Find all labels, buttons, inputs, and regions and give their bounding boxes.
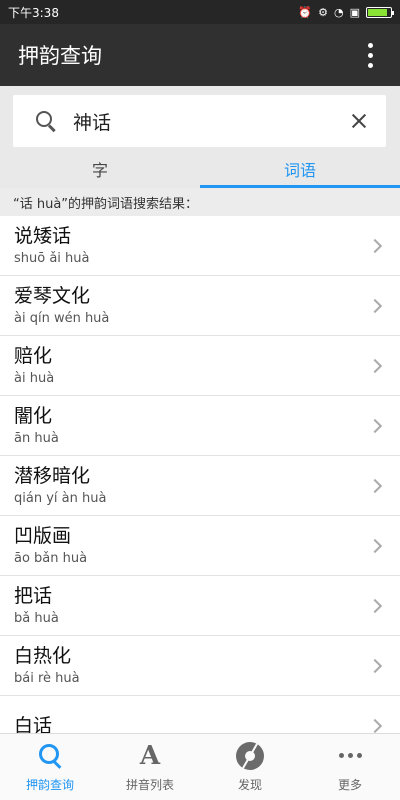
item-pinyin: qián yí àn huà	[14, 490, 107, 506]
tab-bar: 字 词语	[0, 158, 400, 188]
nav-label: 更多	[337, 777, 362, 792]
status-bar: 下午3:38 ⏰ ⚙ ◔ ▣	[0, 0, 400, 24]
list-item[interactable]: 潜移暗化 qián yí àn huà	[0, 456, 400, 516]
battery-fill	[368, 8, 387, 16]
chevron-right-icon	[367, 538, 383, 553]
chevron-right-icon	[367, 358, 383, 373]
search-input[interactable]	[73, 101, 348, 141]
item-word: 凹版画	[14, 524, 72, 547]
item-word: 潜移暗化	[14, 464, 91, 487]
tab-words[interactable]: 词语	[200, 158, 400, 188]
chevron-right-icon	[367, 418, 383, 433]
nav-more[interactable]: 更多	[300, 734, 400, 800]
nav-label: 拼音列表	[125, 777, 174, 792]
nav-label: 押韵查询	[25, 777, 74, 792]
more-horizontal-icon	[336, 742, 364, 770]
aperture-icon	[236, 741, 264, 770]
search-icon	[36, 742, 64, 770]
item-word: 说矮话	[14, 224, 72, 247]
search-area	[0, 86, 400, 158]
chevron-right-icon	[367, 718, 383, 733]
app-bar: 押韵查询	[0, 24, 400, 86]
chevron-right-icon	[367, 238, 383, 253]
list-item[interactable]: 白热化 bái rè huà	[0, 636, 400, 696]
nav-label: 发现	[237, 777, 262, 792]
chevron-right-icon	[367, 478, 383, 493]
list-item[interactable]: 赔化 ài huà	[0, 336, 400, 396]
font-icon: A	[139, 740, 161, 771]
settings-icon: ⚙	[318, 5, 328, 19]
list-item[interactable]: 说矮话 shuō ǎi huà	[0, 216, 400, 276]
nav-discover[interactable]: 发现	[200, 734, 300, 800]
item-pinyin: ān huà	[14, 430, 59, 446]
tab-character[interactable]: 字	[0, 158, 200, 188]
search-box	[13, 95, 386, 147]
bottom-nav: 押韵查询 A 拼音列表 发现 更多	[0, 733, 400, 800]
item-word: 白热化	[14, 644, 72, 667]
chevron-right-icon	[367, 298, 383, 313]
list-item[interactable]: 爱琴文化 ài qín wén huà	[0, 276, 400, 336]
item-pinyin: shuō ǎi huà	[14, 250, 90, 266]
nav-rhyme-search[interactable]: 押韵查询	[0, 734, 100, 800]
sim-icon: ▣	[349, 5, 360, 19]
result-header: “话 huà”的押韵词语搜索结果：	[0, 188, 400, 216]
item-word: 把话	[14, 584, 53, 607]
item-pinyin: ài qín wén huà	[14, 310, 110, 326]
result-list: 说矮话 shuō ǎi huà 爱琴文化 ài qín wén huà 赔化 à…	[0, 216, 400, 733]
list-item[interactable]: 闇化 ān huà	[0, 396, 400, 456]
item-pinyin: āo bǎn huà	[14, 550, 88, 566]
wifi-icon: ◔	[333, 5, 344, 19]
list-item[interactable]: 凹版画 āo bǎn huà	[0, 516, 400, 576]
alarm-icon: ⏰	[298, 5, 313, 19]
item-pinyin: bǎ huà	[14, 610, 59, 626]
battery-icon	[366, 6, 394, 18]
item-pinyin: bái rè huà	[14, 670, 80, 686]
search-icon	[35, 110, 57, 132]
chevron-right-icon	[367, 658, 383, 673]
app-title: 押韵查询	[18, 44, 102, 68]
chevron-right-icon	[367, 598, 383, 613]
list-item[interactable]: 白话	[0, 696, 400, 733]
item-word: 白话	[14, 714, 53, 734]
nav-pinyin-list[interactable]: A 拼音列表	[100, 734, 200, 800]
item-word: 赔化	[14, 344, 53, 367]
item-pinyin: ài huà	[14, 370, 55, 386]
item-word: 闇化	[14, 404, 53, 427]
item-word: 爱琴文化	[14, 284, 91, 307]
more-vertical-icon[interactable]	[358, 35, 382, 75]
status-time: 下午3:38	[8, 5, 59, 20]
close-icon[interactable]	[348, 110, 370, 132]
status-icons: ⏰ ⚙ ◔ ▣	[298, 5, 394, 19]
list-item[interactable]: 把话 bǎ huà	[0, 576, 400, 636]
